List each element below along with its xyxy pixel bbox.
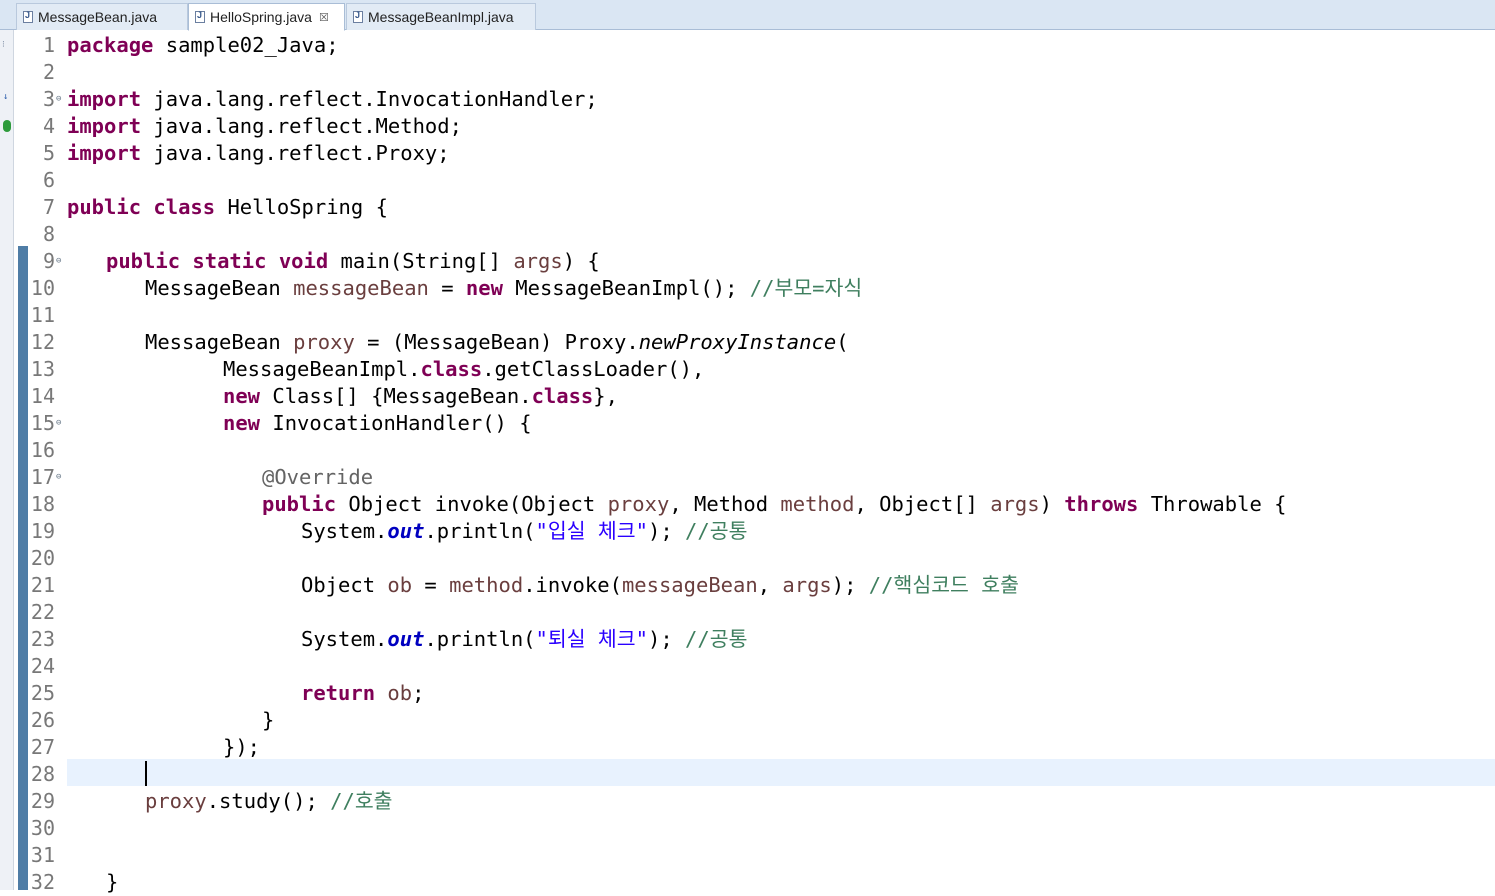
line-number: 12 bbox=[30, 330, 55, 354]
java-file-icon bbox=[353, 10, 363, 23]
code-line-17: @Override bbox=[262, 465, 374, 489]
code-line-19: System.out.println("입실 체크"); //공통 bbox=[301, 519, 748, 543]
line-number: 5 bbox=[42, 141, 55, 165]
line-number: 9 bbox=[42, 249, 55, 273]
code-line-26: } bbox=[262, 708, 275, 732]
line-number: 10 bbox=[30, 276, 55, 300]
code-editor[interactable]: package sample02_Java; import java.lang.… bbox=[67, 30, 1495, 894]
line-number: 22 bbox=[30, 600, 55, 624]
left-marker-strip: ⁝ ↓ bbox=[0, 30, 14, 890]
code-line-13: MessageBeanImpl.class.getClassLoader(), bbox=[223, 357, 705, 381]
code-line-12: MessageBean proxy = (MessageBean) Proxy.… bbox=[145, 330, 849, 354]
line-number: 16 bbox=[30, 438, 55, 462]
line-number: 32 bbox=[30, 870, 55, 894]
line-number: 11 bbox=[30, 303, 55, 327]
java-file-icon bbox=[23, 10, 33, 23]
line-number: 2 bbox=[42, 60, 55, 84]
code-line-7: public class HelloSpring { bbox=[67, 195, 388, 219]
quick-diff-change-ruler bbox=[18, 246, 28, 890]
code-line-10: MessageBean messageBean = new MessageBea… bbox=[145, 276, 863, 300]
line-number: 23 bbox=[30, 627, 55, 651]
close-tab-icon[interactable]: ☒ bbox=[319, 11, 329, 24]
line-number: 27 bbox=[30, 735, 55, 759]
line-number: 14 bbox=[30, 384, 55, 408]
code-line-4: import java.lang.reflect.Method; bbox=[67, 114, 462, 138]
line-number: 30 bbox=[30, 816, 55, 840]
bookmark-marker-icon: ⁝ bbox=[2, 40, 5, 50]
tab-label: HelloSpring.java bbox=[210, 9, 312, 25]
code-line-15: new InvocationHandler() { bbox=[223, 411, 532, 435]
line-number: 25 bbox=[30, 681, 55, 705]
line-number: 19 bbox=[30, 519, 55, 543]
line-number: 26 bbox=[30, 708, 55, 732]
line-number: 17 bbox=[30, 465, 55, 489]
code-line-29: proxy.study(); //호출 bbox=[145, 789, 393, 813]
code-line-23: System.out.println("퇴실 체크"); //공통 bbox=[301, 627, 748, 651]
code-line-25: return ob; bbox=[301, 681, 425, 705]
line-number-gutter: 1 2 3 ⊖ 4 5 6 7 8 9 ⊖ 10 11 12 13 14 15 ⊖ 16 17 ⊖ 18 19 20 21 22 2… bbox=[28, 30, 66, 894]
tab-messagebean-java[interactable]: MessageBean.java bbox=[16, 3, 188, 30]
code-line-1: package sample02_Java; bbox=[67, 33, 339, 57]
line-number: 7 bbox=[42, 195, 55, 219]
code-line-32: } bbox=[106, 870, 119, 894]
current-line-highlight bbox=[67, 759, 1495, 786]
line-number: 18 bbox=[30, 492, 55, 516]
fold-toggle-icon[interactable]: ⊖ bbox=[56, 86, 61, 113]
code-line-18: public Object invoke(Object proxy, Metho… bbox=[262, 492, 1287, 516]
line-number: 4 bbox=[42, 114, 55, 138]
fold-toggle-icon[interactable]: ⊖ bbox=[56, 464, 61, 491]
tab-messagebeanimpl-java[interactable]: MessageBeanImpl.java bbox=[346, 3, 536, 30]
tab-hellospring-java[interactable]: HelloSpring.java ☒ bbox=[188, 3, 345, 31]
code-line-3: import java.lang.reflect.InvocationHandl… bbox=[67, 87, 598, 111]
line-number: 8 bbox=[42, 222, 55, 246]
code-line-21: Object ob = method.invoke(messageBean, a… bbox=[301, 573, 1019, 597]
run-marker-icon bbox=[3, 120, 11, 132]
line-number: 20 bbox=[30, 546, 55, 570]
line-number: 21 bbox=[30, 573, 55, 597]
arrow-marker-icon: ↓ bbox=[3, 92, 9, 102]
fold-toggle-icon[interactable]: ⊖ bbox=[56, 410, 61, 437]
line-number: 24 bbox=[30, 654, 55, 678]
fold-toggle-icon[interactable]: ⊖ bbox=[56, 248, 61, 275]
line-number: 29 bbox=[30, 789, 55, 813]
text-cursor bbox=[145, 761, 147, 786]
tab-label: MessageBean.java bbox=[38, 9, 158, 25]
line-number: 3 bbox=[42, 87, 55, 111]
code-line-27: }); bbox=[223, 735, 261, 759]
code-line-5: import java.lang.reflect.Proxy; bbox=[67, 141, 450, 165]
line-number: 13 bbox=[30, 357, 55, 381]
line-number: 1 bbox=[42, 33, 55, 57]
line-number: 15 bbox=[30, 411, 55, 435]
line-number: 6 bbox=[42, 168, 55, 192]
line-number: 31 bbox=[30, 843, 55, 867]
java-file-icon bbox=[195, 10, 205, 23]
line-number: 28 bbox=[30, 762, 55, 786]
editor-tab-bar: MessageBean.java HelloSpring.java ☒ Mess… bbox=[0, 0, 1495, 31]
code-line-9: public static void main(String[] args) { bbox=[106, 249, 600, 273]
tab-label: MessageBeanImpl.java bbox=[368, 9, 514, 25]
code-line-14: new Class[] {MessageBean.class}, bbox=[223, 384, 618, 408]
